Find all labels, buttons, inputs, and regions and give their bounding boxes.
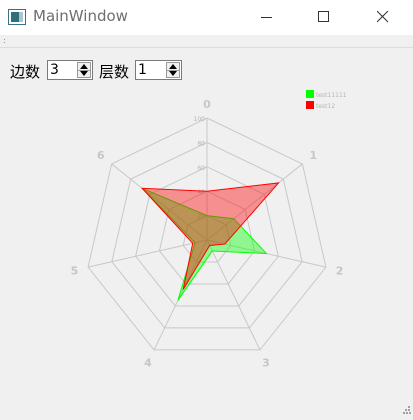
arrow-up-icon: [169, 64, 177, 69]
axis-label: 1: [310, 149, 318, 162]
toolbar-handle[interactable]: :: [0, 35, 413, 48]
axis-label: 6: [97, 149, 105, 162]
arrow-down-icon: [80, 71, 88, 76]
sides-down-button[interactable]: [78, 70, 90, 77]
axis-label: 2: [336, 264, 344, 277]
minimize-icon: [261, 17, 272, 18]
layers-down-button[interactable]: [167, 70, 179, 77]
axis-label: 0: [203, 98, 211, 111]
legend-label: test12: [316, 103, 335, 110]
app-icon: [8, 9, 26, 29]
close-icon: [377, 11, 389, 23]
arrow-down-icon: [169, 71, 177, 76]
title-bar: MainWindow: [0, 0, 413, 35]
axis-label: 5: [71, 264, 79, 277]
layers-spin-arrows: [166, 62, 180, 78]
ring-label: 100: [194, 116, 206, 123]
ring-label: 80: [197, 140, 205, 147]
sides-spin-arrows: [77, 62, 91, 78]
maximize-button[interactable]: [301, 0, 347, 35]
layers-label: 层数: [99, 63, 130, 81]
toolbar-grip: :: [3, 36, 6, 45]
controls-row: 边数 3 层数 1: [0, 57, 413, 85]
radar-chart: 204060801000123456test11111test12: [71, 90, 347, 370]
sides-label: 边数: [10, 63, 41, 81]
ring-label: 60: [197, 165, 205, 172]
arrow-up-icon: [80, 64, 88, 69]
sides-spinbox[interactable]: 3: [47, 60, 93, 80]
minimize-button[interactable]: [244, 0, 290, 35]
resize-grip-icon[interactable]: [403, 399, 411, 418]
axis-label: 4: [144, 357, 152, 370]
grid-spoke: [206, 239, 261, 351]
legend-swatch: [306, 101, 314, 109]
legend-swatch: [306, 90, 314, 98]
legend-label: test11111: [316, 92, 347, 99]
maximize-icon: [318, 11, 329, 22]
sides-value[interactable]: 3: [50, 62, 59, 78]
layers-value[interactable]: 1: [138, 62, 147, 78]
axis-label: 3: [262, 357, 270, 370]
close-button[interactable]: [360, 0, 406, 35]
layers-spinbox[interactable]: 1: [135, 60, 182, 80]
window-title: MainWindow: [33, 7, 128, 25]
